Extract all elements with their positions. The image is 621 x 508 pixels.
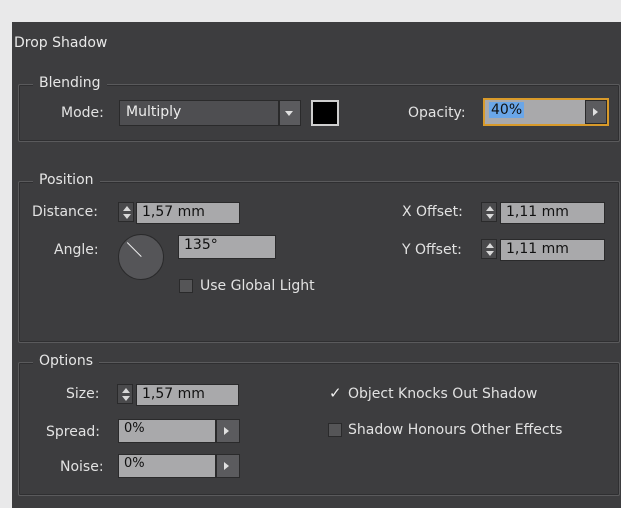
angle-dial[interactable] [118, 234, 164, 280]
size-field[interactable]: 1,57 mm [136, 384, 239, 406]
x-offset-stepper[interactable] [481, 202, 497, 222]
use-global-light-checkbox[interactable] [179, 279, 193, 293]
distance-field[interactable]: 1,57 mm [136, 202, 240, 224]
y-offset-stepper[interactable] [481, 239, 497, 259]
mode-label: Mode: [61, 105, 104, 121]
mode-select[interactable]: Multiply [119, 100, 301, 126]
options-group-label: Options [33, 353, 100, 369]
angle-label: Angle: [54, 242, 99, 258]
honours-effects-label[interactable]: Shadow Honours Other Effects [348, 422, 562, 438]
opacity-arrow-icon[interactable] [585, 100, 607, 124]
blending-group-label: Blending [33, 75, 107, 91]
honours-effects-checkbox[interactable] [328, 423, 342, 437]
noise-arrow-icon[interactable] [216, 454, 240, 478]
spread-field[interactable]: 0% [118, 419, 240, 443]
distance-stepper[interactable] [118, 202, 134, 222]
use-global-light-label[interactable]: Use Global Light [200, 278, 315, 294]
chevron-down-icon[interactable] [279, 100, 301, 126]
noise-value: 0% [118, 454, 216, 478]
checkmark-icon: ✓ [329, 384, 342, 402]
x-offset-label: X Offset: [402, 204, 463, 220]
drop-shadow-panel: Drop Shadow Blending Mode: Multiply Opac… [12, 22, 621, 508]
size-label: Size: [66, 386, 100, 402]
spread-arrow-icon[interactable] [216, 419, 240, 443]
spread-label: Spread: [46, 424, 101, 440]
shadow-color-swatch[interactable] [311, 100, 339, 126]
knocks-out-label[interactable]: Object Knocks Out Shadow [348, 386, 537, 402]
knocks-out-checkbox[interactable]: ✓ [328, 384, 342, 402]
panel-title: Drop Shadow [14, 35, 108, 51]
size-stepper[interactable] [117, 384, 133, 404]
distance-label: Distance: [32, 204, 98, 220]
mode-select-value: Multiply [119, 100, 279, 126]
noise-label: Noise: [60, 459, 104, 475]
opacity-label: Opacity: [408, 105, 466, 121]
opacity-value: 40% [485, 100, 585, 124]
y-offset-field[interactable]: 1,11 mm [500, 239, 605, 261]
opacity-value-text: 40% [489, 102, 525, 118]
y-offset-label: Y Offset: [402, 242, 462, 258]
position-group-label: Position [33, 172, 100, 188]
noise-field[interactable]: 0% [118, 454, 240, 478]
opacity-field[interactable]: 40% [483, 98, 609, 126]
x-offset-field[interactable]: 1,11 mm [500, 202, 605, 224]
spread-value: 0% [118, 419, 216, 443]
angle-field[interactable]: 135° [178, 235, 276, 259]
